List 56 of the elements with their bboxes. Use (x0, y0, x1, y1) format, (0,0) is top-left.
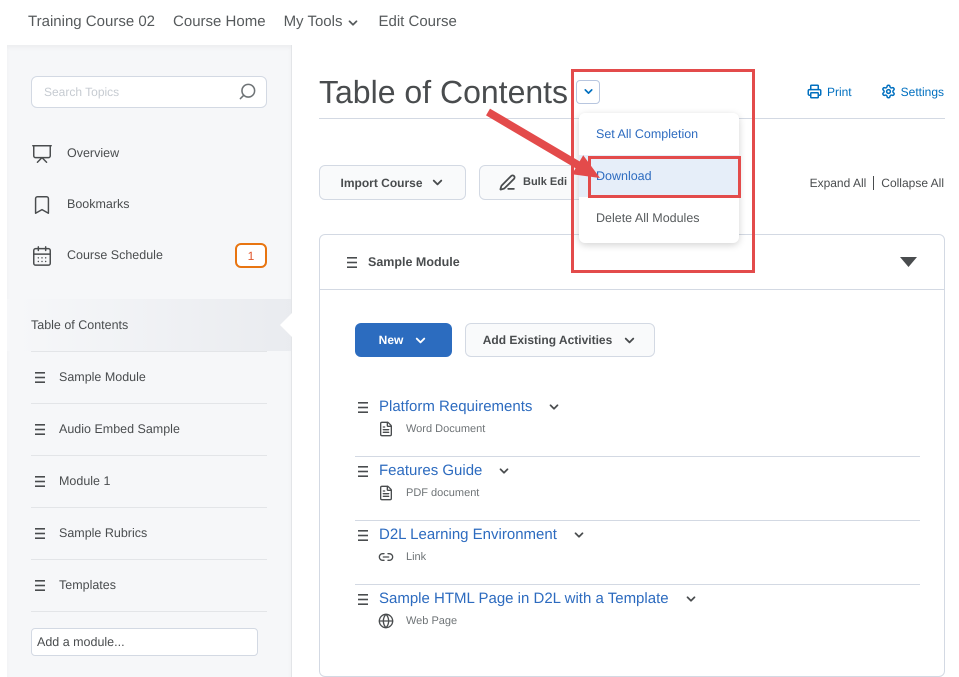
drag-handle-icon[interactable] (35, 372, 45, 383)
printer-icon (806, 84, 822, 99)
sidebar-item[interactable]: Audio Embed Sample (59, 420, 180, 439)
document-icon (378, 484, 394, 501)
topic-type: Link (406, 550, 426, 564)
topic-link[interactable]: Features Guide (379, 460, 482, 482)
sidebar-item[interactable]: Overview (31, 128, 267, 179)
nav-link[interactable]: Course Home (173, 11, 266, 34)
topic-link[interactable]: D2L Learning Environment (379, 524, 557, 546)
collapse-all-link[interactable]: Collapse All (881, 174, 944, 192)
expand-all-link[interactable]: Expand All (810, 174, 866, 192)
input-field[interactable]: Add a module... (31, 628, 258, 656)
drag-handle-icon[interactable] (35, 528, 45, 539)
nav-link[interactable]: Training Course 02 (28, 11, 156, 34)
search-icon[interactable] (238, 82, 257, 101)
toolbar-button[interactable]: Import Course (319, 165, 466, 200)
sidebar-item[interactable]: Sample Rubrics (59, 524, 148, 543)
sidebar-item[interactable]: Module 1 (59, 472, 110, 491)
nav-link[interactable]: Edit Course (378, 11, 457, 34)
toolbar-link[interactable]: Settings (880, 82, 944, 100)
globe-icon (378, 612, 394, 629)
topic-link[interactable]: Sample HTML Page in D2L with a Template (379, 588, 669, 610)
sidebar-item[interactable]: Sample Module (59, 368, 146, 387)
page-title: Table of Contents (319, 76, 568, 108)
topic-type: Web Page (406, 614, 458, 628)
drag-handle-icon[interactable] (35, 580, 45, 591)
sidebar-item[interactable]: Course Schedule 1 (31, 230, 267, 281)
topic-link[interactable]: Platform Requirements (379, 396, 532, 418)
sidebar-item[interactable]: Table of Contents (7, 299, 291, 351)
title-dropdown-button[interactable] (576, 80, 600, 104)
presentation-icon (31, 142, 53, 164)
new-button[interactable]: New (355, 323, 452, 357)
add-activities-button[interactable]: Add Existing Activities (465, 323, 655, 357)
menu-item[interactable]: Set All Completion (579, 113, 739, 155)
module-title: Sample Module (368, 254, 461, 271)
menu-item[interactable]: Delete All Modules (579, 197, 739, 239)
drag-handle-icon[interactable] (358, 466, 368, 477)
drag-handle-icon[interactable] (347, 256, 357, 268)
sidebar-item[interactable]: Templates (59, 576, 116, 595)
sidebar-item[interactable]: Bookmarks (31, 179, 267, 230)
nav-link[interactable]: My Tools (284, 11, 360, 34)
drag-handle-icon[interactable] (358, 530, 368, 541)
pencil-icon (499, 174, 516, 191)
document-icon (378, 420, 394, 437)
topic-type: PDF document (406, 486, 480, 500)
count-badge: 1 (235, 243, 267, 268)
calendar-icon (31, 244, 53, 266)
drag-handle-icon[interactable] (358, 402, 368, 413)
drag-handle-icon[interactable] (35, 424, 45, 435)
collapse-triangle-icon[interactable] (900, 257, 917, 267)
topic-type: Word Document (406, 422, 486, 436)
toolbar-link[interactable]: Print (806, 82, 852, 100)
search-field[interactable]: Search Topics (31, 76, 267, 108)
settings-icon (880, 84, 896, 99)
drag-handle-icon[interactable] (35, 476, 45, 487)
drag-handle-icon[interactable] (358, 594, 368, 605)
